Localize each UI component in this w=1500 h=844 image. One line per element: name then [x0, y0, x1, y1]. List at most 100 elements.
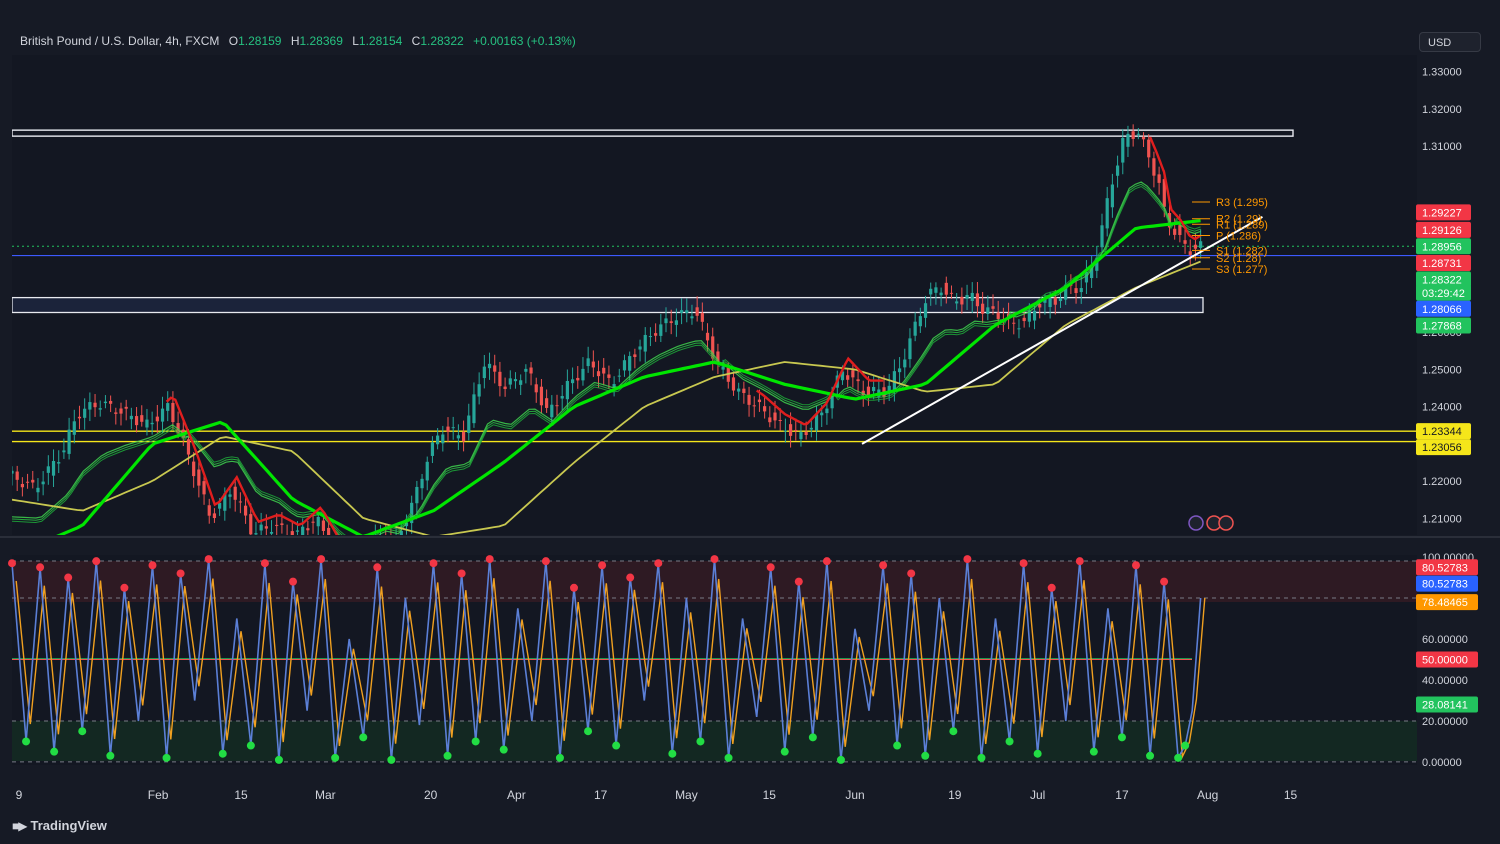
- overbought-signal-dot: [176, 569, 185, 578]
- candle-body: [98, 408, 102, 410]
- candle-body: [186, 439, 191, 455]
- oversold-signal-dot: [1146, 751, 1155, 760]
- overbought-signal-dot: [148, 561, 157, 570]
- candle-body: [295, 530, 300, 532]
- candle-body: [441, 434, 445, 444]
- overbought-signal-dot: [879, 561, 888, 570]
- oversold-signal-dot: [949, 727, 958, 736]
- candle-body: [150, 422, 154, 425]
- candle-body: [778, 420, 782, 422]
- candle-body: [508, 378, 512, 385]
- time-tick-label-4: 20: [424, 788, 438, 802]
- overbought-signal-dot: [1160, 577, 1169, 586]
- overbought-signal-dot: [92, 557, 101, 566]
- candle-body: [109, 400, 113, 404]
- overbought-signal-dot: [64, 573, 73, 582]
- candle-body: [747, 394, 751, 405]
- candle-body: [12, 470, 14, 474]
- candle-body: [757, 399, 762, 403]
- price-tick-label-0: 1.33000: [1422, 67, 1462, 79]
- candle-body: [529, 367, 533, 374]
- candle-body: [379, 537, 382, 548]
- candle-body: [955, 301, 959, 304]
- candle-body: [1100, 225, 1104, 248]
- price-label-text-7: 1.27868: [1422, 321, 1462, 333]
- candle-body: [1178, 225, 1182, 235]
- candle-body: [731, 377, 736, 391]
- candle-body: [820, 412, 824, 416]
- candle-body: [934, 287, 938, 293]
- candle-body: [498, 371, 502, 387]
- candle-body: [166, 403, 170, 411]
- time-tick-label-8: 15: [763, 788, 777, 802]
- candle-body: [1183, 240, 1187, 244]
- oversold-signal-dot: [808, 733, 817, 742]
- candle-body: [487, 363, 492, 369]
- oversold-signal-dot: [696, 737, 705, 746]
- candle-body: [825, 408, 829, 414]
- overbought-signal-dot: [317, 555, 326, 564]
- overbought-signal-dot: [598, 561, 607, 570]
- candle-body: [451, 427, 455, 429]
- overbought-signal-dot: [626, 573, 635, 582]
- candle-body: [72, 421, 76, 435]
- candle-body: [415, 486, 419, 504]
- oversold-signal-dot: [78, 727, 87, 736]
- overbought-signal-dot: [260, 559, 269, 568]
- price-tick-label-1: 1.32000: [1422, 104, 1462, 116]
- candle-body: [456, 435, 460, 439]
- candle-body: [929, 288, 933, 295]
- candle-body: [695, 307, 699, 316]
- candle-body: [477, 384, 481, 397]
- time-tick-label-3: Mar: [315, 788, 336, 802]
- oversold-signal-dot: [1181, 741, 1190, 750]
- candle-body: [524, 368, 528, 372]
- overbought-signal-dot: [289, 577, 297, 586]
- candle-body: [31, 479, 35, 483]
- oversold-signal-dot: [893, 741, 902, 750]
- candle-body: [311, 521, 315, 523]
- candle-body: [160, 408, 165, 422]
- price-chart-svg[interactable]: R3 (1.295)R2 (1.29)R1 (1.289)P (1.286)S1…: [0, 0, 1500, 844]
- oversold-signal-dot: [22, 737, 31, 746]
- candle-body: [1136, 133, 1140, 135]
- candle-body: [981, 303, 985, 314]
- candle-body: [280, 523, 284, 525]
- candle-body: [1188, 251, 1192, 255]
- candle-body: [197, 469, 201, 486]
- candle-body: [1115, 165, 1120, 176]
- overbought-signal-dot: [541, 557, 550, 566]
- candle-body: [425, 461, 429, 481]
- stoch-label-text-4: 28.08141: [1422, 700, 1468, 712]
- candle-body: [846, 375, 850, 380]
- candle-body: [1126, 133, 1130, 147]
- candle-body: [737, 388, 741, 392]
- price-tick-label-4: 1.24000: [1422, 402, 1462, 414]
- overbought-signal-dot: [570, 583, 578, 592]
- candle-body: [783, 430, 787, 432]
- oversold-signal-dot: [612, 741, 621, 750]
- candle-body: [545, 398, 549, 408]
- candle-body: [1017, 328, 1021, 330]
- time-tick-label-0: 9: [16, 788, 23, 802]
- candle-body: [679, 310, 684, 313]
- overbought-signal-dot: [1132, 561, 1140, 570]
- candle-body: [965, 294, 969, 299]
- candle-body: [436, 435, 440, 445]
- overbought-signal-dot: [907, 569, 916, 578]
- candle-body: [804, 431, 808, 435]
- candle-body: [654, 333, 658, 336]
- candle-body: [519, 380, 523, 385]
- oversold-signal-dot: [1005, 737, 1014, 746]
- candle-body: [461, 431, 466, 442]
- candle-body: [1022, 317, 1026, 322]
- candle-body: [420, 478, 424, 489]
- candle-body: [88, 402, 92, 410]
- candle-body: [316, 516, 320, 527]
- time-tick-label-6: 17: [594, 788, 608, 802]
- candle-body: [20, 483, 24, 488]
- candle-body: [1110, 184, 1114, 208]
- stoch-label-text-2: 78.48465: [1422, 597, 1468, 609]
- candle-body: [25, 481, 30, 483]
- price-label-text-5: 03:29:42: [1422, 288, 1465, 300]
